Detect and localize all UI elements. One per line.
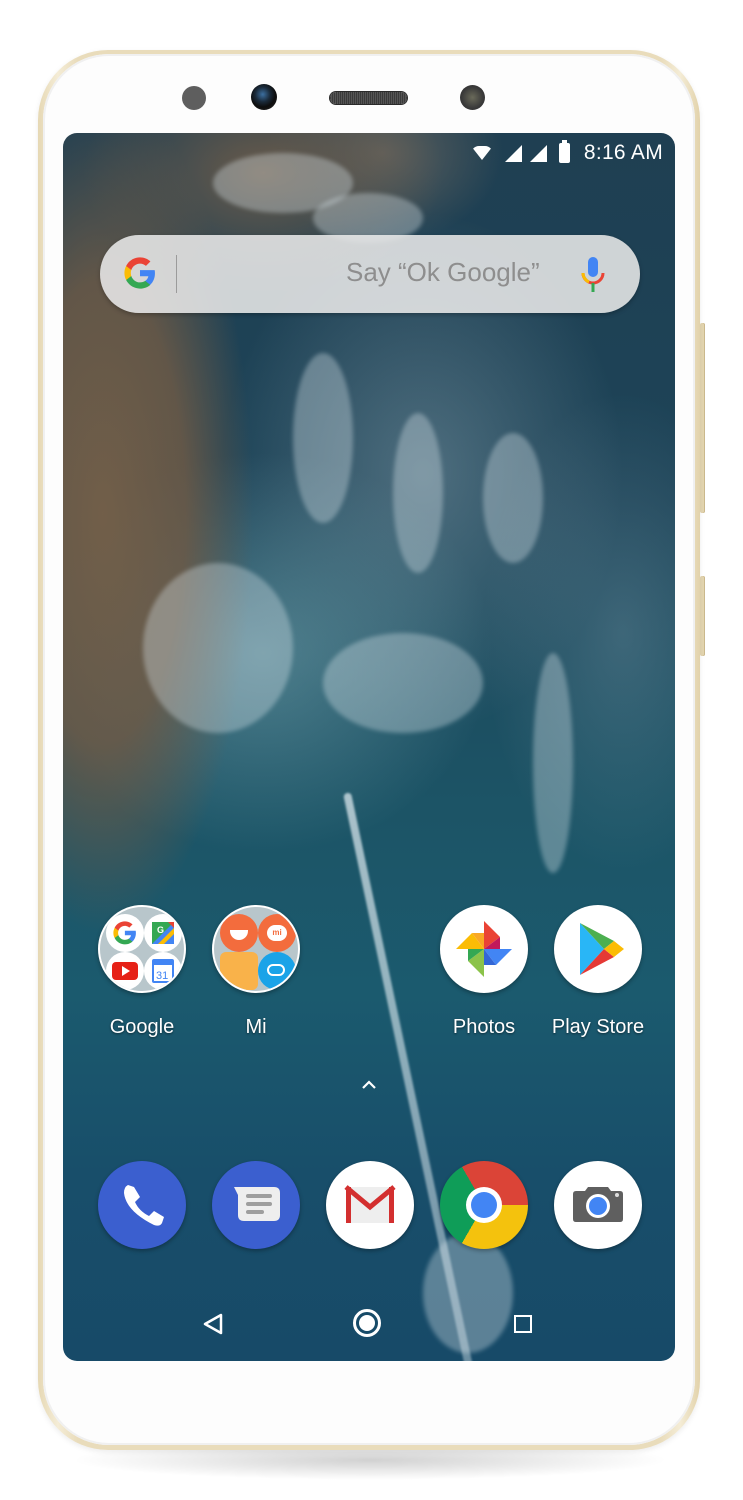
google-maps-icon: G	[144, 914, 182, 952]
search-placeholder: Say “Ok Google”	[346, 257, 540, 287]
app-label: Mi	[245, 1016, 267, 1038]
app-label: Photos	[452, 1016, 516, 1038]
google-photos-icon	[440, 905, 528, 993]
recents-icon[interactable]	[514, 1315, 532, 1333]
cell-signal-icon	[504, 144, 522, 162]
youtube-icon	[106, 952, 144, 990]
google-search-bar[interactable]: Say “Ok Google”	[100, 235, 640, 313]
photos-app[interactable]: Photos	[429, 905, 539, 1039]
front-flash-sensor	[460, 85, 485, 110]
battery-icon	[558, 140, 570, 163]
google-folder-icon: G 31	[98, 905, 186, 993]
messages-icon	[212, 1161, 300, 1249]
play-store-app[interactable]: Play Store	[543, 905, 653, 1039]
mi-folder-icon: mi	[212, 905, 300, 993]
phone-icon	[98, 1161, 186, 1249]
gmail-icon	[326, 1161, 414, 1249]
app-label: Play Store	[551, 1016, 645, 1038]
volume-button[interactable]	[700, 576, 705, 656]
navigation-bar	[63, 1293, 675, 1353]
play-store-icon	[554, 905, 642, 993]
microphone-icon[interactable]	[580, 255, 606, 295]
power-button[interactable]	[700, 323, 705, 513]
svg-text:31: 31	[156, 970, 168, 982]
status-bar: 8:16 AM	[63, 133, 675, 173]
camera-icon	[554, 1161, 642, 1249]
file-manager-icon	[220, 952, 258, 990]
proximity-sensor	[182, 86, 206, 110]
chrome-icon	[440, 1161, 528, 1249]
google-search-icon	[106, 914, 144, 952]
wallpaper-foam	[143, 563, 293, 733]
dock-chrome[interactable]	[429, 1161, 539, 1249]
app-label: Google	[109, 1016, 175, 1038]
google-folder[interactable]: G 31 Google	[87, 905, 197, 1039]
chevron-up-icon[interactable]	[361, 1077, 377, 1093]
wallpaper-foam	[293, 353, 353, 523]
dock-gmail[interactable]	[315, 1161, 425, 1249]
mi-folder[interactable]: mi Mi	[201, 905, 311, 1039]
mi-store-icon: mi	[258, 914, 296, 952]
earpiece-speaker	[330, 92, 407, 104]
home-screen: 8:16 AM Say “Ok Google” G 31 Google mi M…	[63, 133, 675, 1361]
search-cursor	[176, 255, 177, 293]
wifi-icon	[470, 146, 493, 160]
svg-text:G: G	[157, 925, 164, 935]
wallpaper-foam	[323, 633, 483, 733]
front-camera-lens	[251, 84, 277, 110]
google-calendar-icon: 31	[144, 952, 182, 990]
wallpaper-foam	[393, 413, 443, 573]
back-icon[interactable]	[202, 1312, 224, 1336]
status-clock: 8:16 AM	[583, 141, 663, 164]
google-g-icon	[124, 257, 155, 289]
mi-drop-icon	[258, 952, 296, 990]
mi-community-icon	[220, 914, 258, 952]
dock-camera[interactable]	[543, 1161, 653, 1249]
home-icon[interactable]	[353, 1309, 381, 1337]
wallpaper-foam	[533, 653, 573, 873]
wallpaper-foam	[483, 433, 543, 563]
dock-messages[interactable]	[201, 1161, 311, 1249]
cell-signal-icon	[529, 144, 547, 162]
dock-phone[interactable]	[87, 1161, 197, 1249]
